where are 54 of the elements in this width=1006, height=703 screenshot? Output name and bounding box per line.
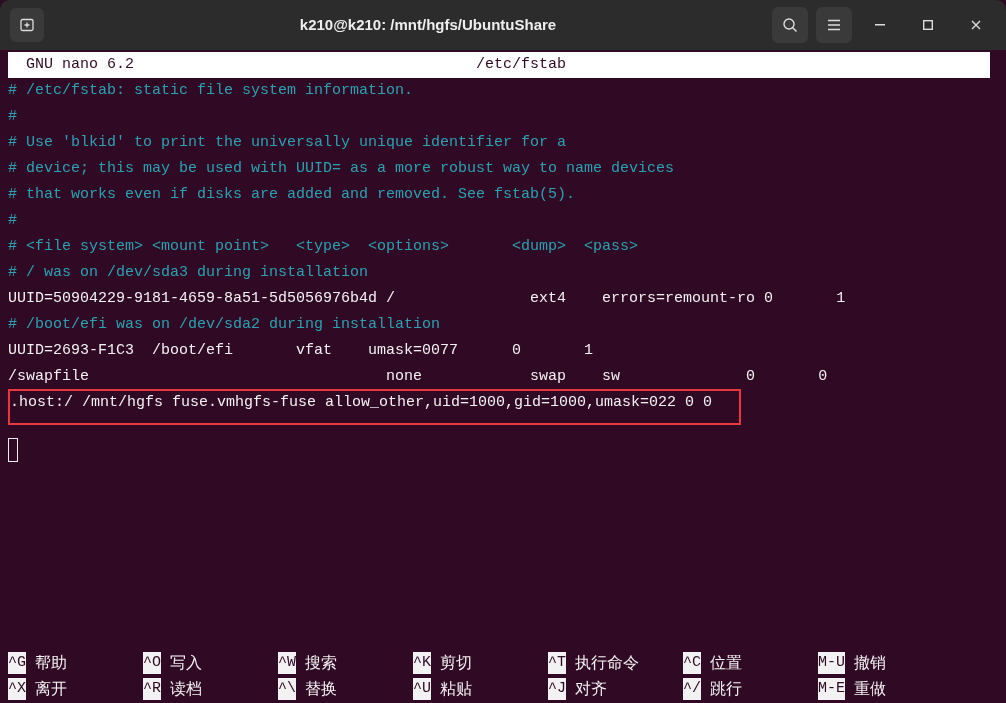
new-tab-icon [19,17,35,33]
minimize-icon [875,24,885,26]
shortcut-key: ^G [8,652,26,674]
shortcut-key: ^/ [683,678,701,700]
shortcut-label: 读档 [170,678,202,700]
code-comment: # device; this may be used with UUID= as a more robust way to name devices [8,158,675,179]
code-comment: # that works even if disks are added and removed. See fstab(5). [8,184,576,205]
maximize-icon [923,20,933,30]
shortcut-label: 跳行 [710,678,742,700]
code-comment: # Use 'blkid' to print the universally unique identifier for a [8,132,567,153]
shortcut-key: ^T [548,652,566,674]
code-line: /swapfile none swap sw 0 0 [8,366,828,387]
menu-icon [827,19,841,31]
shortcut-key: ^C [683,652,701,674]
shortcut-label: 搜索 [305,652,337,674]
file-name: /etc/fstab [476,54,566,75]
code-line: .host:/ /mnt/hgfs fuse.vmhgfs-fuse allow_other,uid=1000,gid=1000,umask=022 0 0 [10,393,713,413]
shortcut-key: ^\ [278,678,296,700]
close-icon [971,20,981,30]
code-comment: # /etc/fstab: static file system information. [8,80,414,101]
menu-button[interactable] [816,7,852,43]
editor-version: GNU nano 6.2 [25,54,136,75]
shortcut-label: 对齐 [575,678,607,700]
window-title: k210@k210: /mnt/hgfs/UbuntuShare [298,14,557,35]
code-comment: # <file system> <mount point> <type> <options> <dump> <pass> [8,236,639,257]
search-icon [782,17,798,33]
shortcut-label: 写入 [170,652,202,674]
code-comment: # /boot/efi was on /dev/sda2 during installation [8,314,441,335]
shortcut-key: M-E [818,678,845,700]
shortcut-label: 剪切 [440,652,472,674]
shortcut-label: 位置 [710,652,742,674]
code-comment: # [8,210,17,231]
search-button[interactable] [772,7,808,43]
shortcut-label: 撤销 [854,652,886,674]
shortcut-label: 粘贴 [440,678,472,700]
text-cursor [8,438,18,462]
shortcut-key: ^O [143,652,161,674]
shortcut-key: ^K [413,652,431,674]
shortcut-key: ^W [278,652,296,674]
code-comment: # [8,106,17,127]
shortcut-label: 执行命令 [575,652,639,674]
shortcut-key: ^R [143,678,161,700]
shortcut-key: ^U [413,678,431,700]
shortcut-key: ^X [8,678,26,700]
code-line: UUID=2693-F1C3 /boot/efi vfat umask=0077 0 1 [8,340,594,361]
shortcut-key: ^J [548,678,566,700]
new-tab-button[interactable] [10,8,44,42]
shortcut-label: 离开 [35,678,67,700]
code-comment: # / was on /dev/sda3 during installation [8,262,369,283]
shortcut-key: M-U [818,652,845,674]
code-line: UUID=50904229-9181-4659-8a51-5d5056976b4d / ext4 errors=remount-ro 0 1 [8,288,846,309]
shortcut-label: 帮助 [35,652,67,674]
shortcut-label: 替换 [305,678,337,700]
shortcut-label: 重做 [854,678,886,700]
